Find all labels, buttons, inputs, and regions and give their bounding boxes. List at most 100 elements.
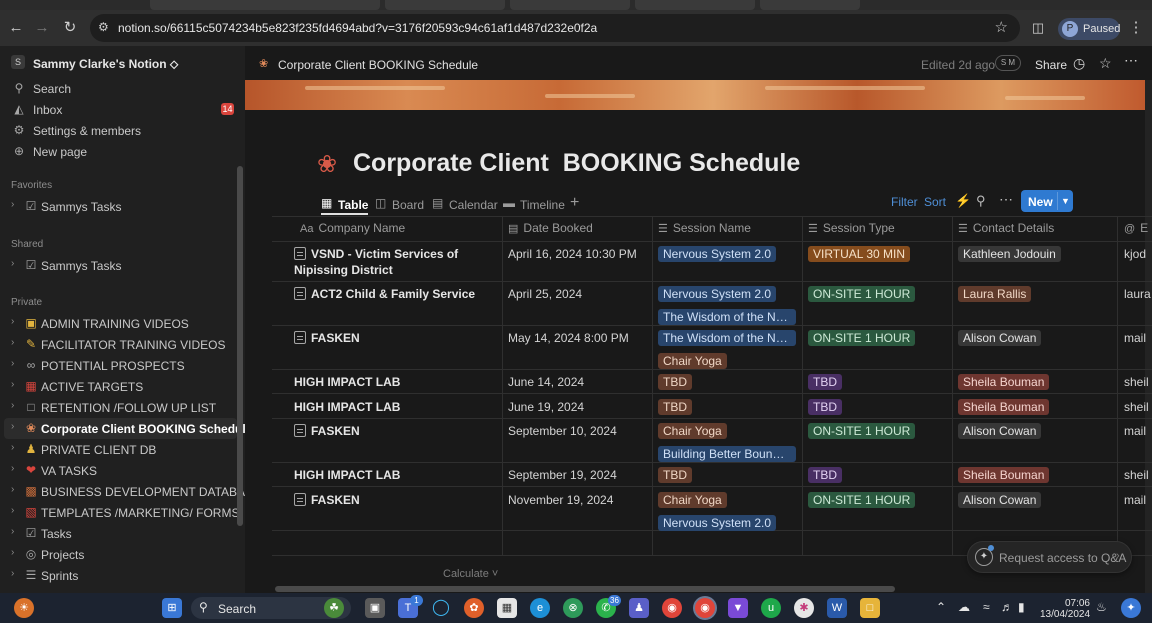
avatar[interactable]: S M — [995, 55, 1021, 71]
table-cell-type[interactable]: VIRTUAL 30 MIN — [808, 246, 911, 265]
address-bar[interactable]: ⚙ notion.so/66115c5074234b5e823f235fd469… — [90, 14, 1020, 42]
table-cell-session[interactable]: The Wisdom of the Nervo... Chair Yoga — [658, 330, 796, 376]
workspace-switcher[interactable]: S Sammy Clarke's Notion ⬦ — [0, 46, 237, 78]
more-icon[interactable]: ⋯ — [999, 191, 1013, 208]
table-cell-contact[interactable]: Laura Rallis — [958, 286, 1032, 305]
table-cell-email[interactable]: sheil — [1124, 375, 1149, 389]
column-header-company[interactable]: Aa Company Name — [300, 221, 405, 237]
browser-tab[interactable] — [385, 0, 505, 10]
browser-menu-icon[interactable]: ⋮ — [1126, 18, 1146, 38]
table-cell-date[interactable]: November 19, 2024 — [508, 493, 613, 507]
word-icon[interactable]: W — [827, 598, 847, 618]
forward-arrow-icon[interactable]: → — [32, 18, 52, 38]
file-explorer-icon[interactable]: □ — [860, 598, 880, 618]
table-cell-type[interactable]: TBD — [808, 399, 842, 418]
chevron-right-icon[interactable]: › — [11, 484, 14, 495]
chevron-right-icon[interactable]: › — [11, 358, 14, 369]
chevron-right-icon[interactable]: › — [11, 379, 14, 390]
sort-button[interactable]: Sort — [924, 195, 946, 209]
table-cell-email[interactable]: mail — [1124, 424, 1146, 438]
table-cell-contact[interactable]: Kathleen Jodouin — [958, 246, 1061, 265]
table-row-company[interactable]: FASKEN — [294, 423, 494, 439]
teams-icon[interactable]: T1 — [398, 595, 423, 618]
filter-button[interactable]: Filter — [891, 195, 918, 209]
share-button[interactable]: Share — [1035, 58, 1067, 72]
table-cell-contact[interactable]: Alison Cowan — [958, 330, 1042, 349]
chrome-active-icon[interactable]: ◉ — [695, 598, 715, 618]
sidebar-item-business-development-database[interactable]: › ▩ BUSINESS DEVELOPMENT DATABASE — [0, 481, 245, 502]
table-cell-session[interactable]: Chair Yoga Nervous System 2.0 — [658, 492, 777, 538]
sidebar-item-corporate-client-booking-schedule[interactable]: › ❀ Corporate Client BOOKING Schedule — [4, 418, 245, 439]
task-view-icon[interactable]: ▣ — [365, 598, 385, 618]
table-row-company[interactable]: HIGH IMPACT LAB — [294, 374, 494, 390]
sidebar-item-templates-marketing-forms[interactable]: › ▧ TEMPLATES /MARKETING/ FORMS — [0, 502, 239, 523]
site-settings-icon[interactable]: ⚙ — [98, 20, 109, 34]
table-row-company[interactable]: HIGH IMPACT LAB — [294, 399, 494, 415]
browser-tab[interactable] — [760, 0, 860, 10]
table-cell-contact[interactable]: Sheila Bouman — [958, 374, 1050, 393]
sidebar-item-va-tasks[interactable]: › ❤ VA TASKS — [0, 460, 237, 481]
browser-tab[interactable] — [150, 0, 380, 10]
table-cell-email[interactable]: laura — [1124, 287, 1151, 301]
breadcrumb[interactable]: Corporate Client BOOKING Schedule — [278, 58, 478, 72]
tree-icon[interactable]: ☘ — [324, 598, 344, 618]
add-view-icon[interactable]: + — [570, 194, 579, 212]
firefox-icon[interactable]: ✿ — [464, 598, 484, 618]
battery-icon[interactable]: ▮ — [1018, 600, 1025, 614]
table-cell-session[interactable]: TBD — [658, 467, 692, 490]
reload-icon[interactable]: ↻ — [60, 18, 80, 38]
back-arrow-icon[interactable]: ← — [6, 18, 26, 38]
chevron-right-icon[interactable]: › — [11, 442, 14, 453]
table-cell-session[interactable]: TBD — [658, 374, 692, 397]
table-cell-type[interactable]: ON-SITE 1 HOUR — [808, 492, 916, 511]
copilot-icon[interactable]: ✦ — [1121, 598, 1141, 618]
sidebar-item-search[interactable]: ⚲ Search — [0, 78, 237, 99]
sidebar-item-facilitator-training-videos[interactable]: › ✎ FACILITATOR TRAINING VIDEOS — [0, 334, 237, 355]
table-cell-contact[interactable]: Sheila Bouman — [958, 467, 1050, 486]
sidebar-favorite-sammys-tasks[interactable]: › ☑ Sammys Tasks — [0, 196, 237, 217]
page-title[interactable]: Corporate Client BOOKING Schedule — [353, 149, 800, 178]
table-cell-email[interactable]: sheil — [1124, 400, 1149, 414]
chevron-right-icon[interactable]: › — [11, 337, 14, 348]
bell-icon[interactable]: ♨ — [1096, 600, 1107, 614]
request-qa-button[interactable]: ✦ Request access to Q&A › — [967, 541, 1132, 573]
clock-icon[interactable]: ◷ — [1073, 55, 1085, 72]
table-cell-date[interactable]: April 25, 2024 — [508, 287, 582, 301]
chevron-right-icon[interactable]: › — [11, 258, 14, 269]
sidebar-shared-sammys-tasks[interactable]: › ☑ Sammys Tasks — [0, 255, 237, 276]
star-icon[interactable]: ☆ — [1099, 55, 1112, 72]
table-row-company[interactable]: FASKEN — [294, 330, 494, 346]
xbox-icon[interactable]: ⊗ — [563, 598, 583, 618]
sidebar-item-potential-prospects[interactable]: › ∞ POTENTIAL PROSPECTS — [0, 355, 237, 376]
chevron-down-icon[interactable]: ▼ — [1057, 192, 1073, 210]
sidebar-item-active-targets[interactable]: › ▦ ACTIVE TARGETS — [0, 376, 237, 397]
table-cell-date[interactable]: April 16, 2024 10:30 PM — [508, 247, 637, 261]
column-header-session-type[interactable]: ☰ Session Type — [808, 221, 895, 237]
table-cell-session[interactable]: TBD — [658, 399, 692, 422]
browser-tab[interactable] — [635, 0, 755, 10]
table-cell-type[interactable]: ON-SITE 1 HOUR — [808, 330, 916, 349]
sidebar-item-tasks[interactable]: › ☑ Tasks — [0, 523, 237, 544]
proton-vpn-icon[interactable]: ▼ — [728, 598, 748, 618]
automation-icon[interactable]: ⚡ — [955, 193, 971, 209]
chevron-right-icon[interactable]: › — [11, 505, 14, 516]
sidebar-item-inbox[interactable]: ◭ Inbox 14 — [0, 99, 237, 120]
chrome-icon[interactable]: ◉ — [662, 598, 682, 618]
sidebar-item-settings[interactable]: ⚙ Settings & members — [0, 120, 237, 141]
sidebar-item-projects[interactable]: › ◎ Projects — [0, 544, 237, 565]
edge-icon[interactable]: e — [530, 598, 550, 618]
table-cell-type[interactable]: ON-SITE 1 HOUR — [808, 286, 916, 305]
wifi-icon[interactable]: ≈ — [983, 600, 990, 614]
browser-tab[interactable] — [510, 0, 630, 10]
slack-icon[interactable]: ✱ — [794, 598, 814, 618]
table-row-company[interactable]: VSND - Victim Services of Nipissing Dist… — [294, 246, 494, 278]
table-cell-contact[interactable]: Sheila Bouman — [958, 399, 1050, 418]
chevron-right-icon[interactable]: › — [11, 199, 14, 210]
tab-timeline[interactable]: ▬ Timeline — [503, 193, 567, 215]
profile-button[interactable]: P Paused — [1058, 18, 1120, 40]
table-cell-date[interactable]: June 14, 2024 — [508, 375, 584, 389]
sidebar-item-new-page[interactable]: ⊕ New page — [0, 141, 237, 162]
table-cell-session[interactable]: Nervous System 2.0 The Wisdom of the Nerv… — [658, 286, 796, 332]
system-clock[interactable]: 07:06 13/04/2024 — [1040, 598, 1090, 620]
volume-icon[interactable]: ♬ — [1001, 600, 1013, 614]
